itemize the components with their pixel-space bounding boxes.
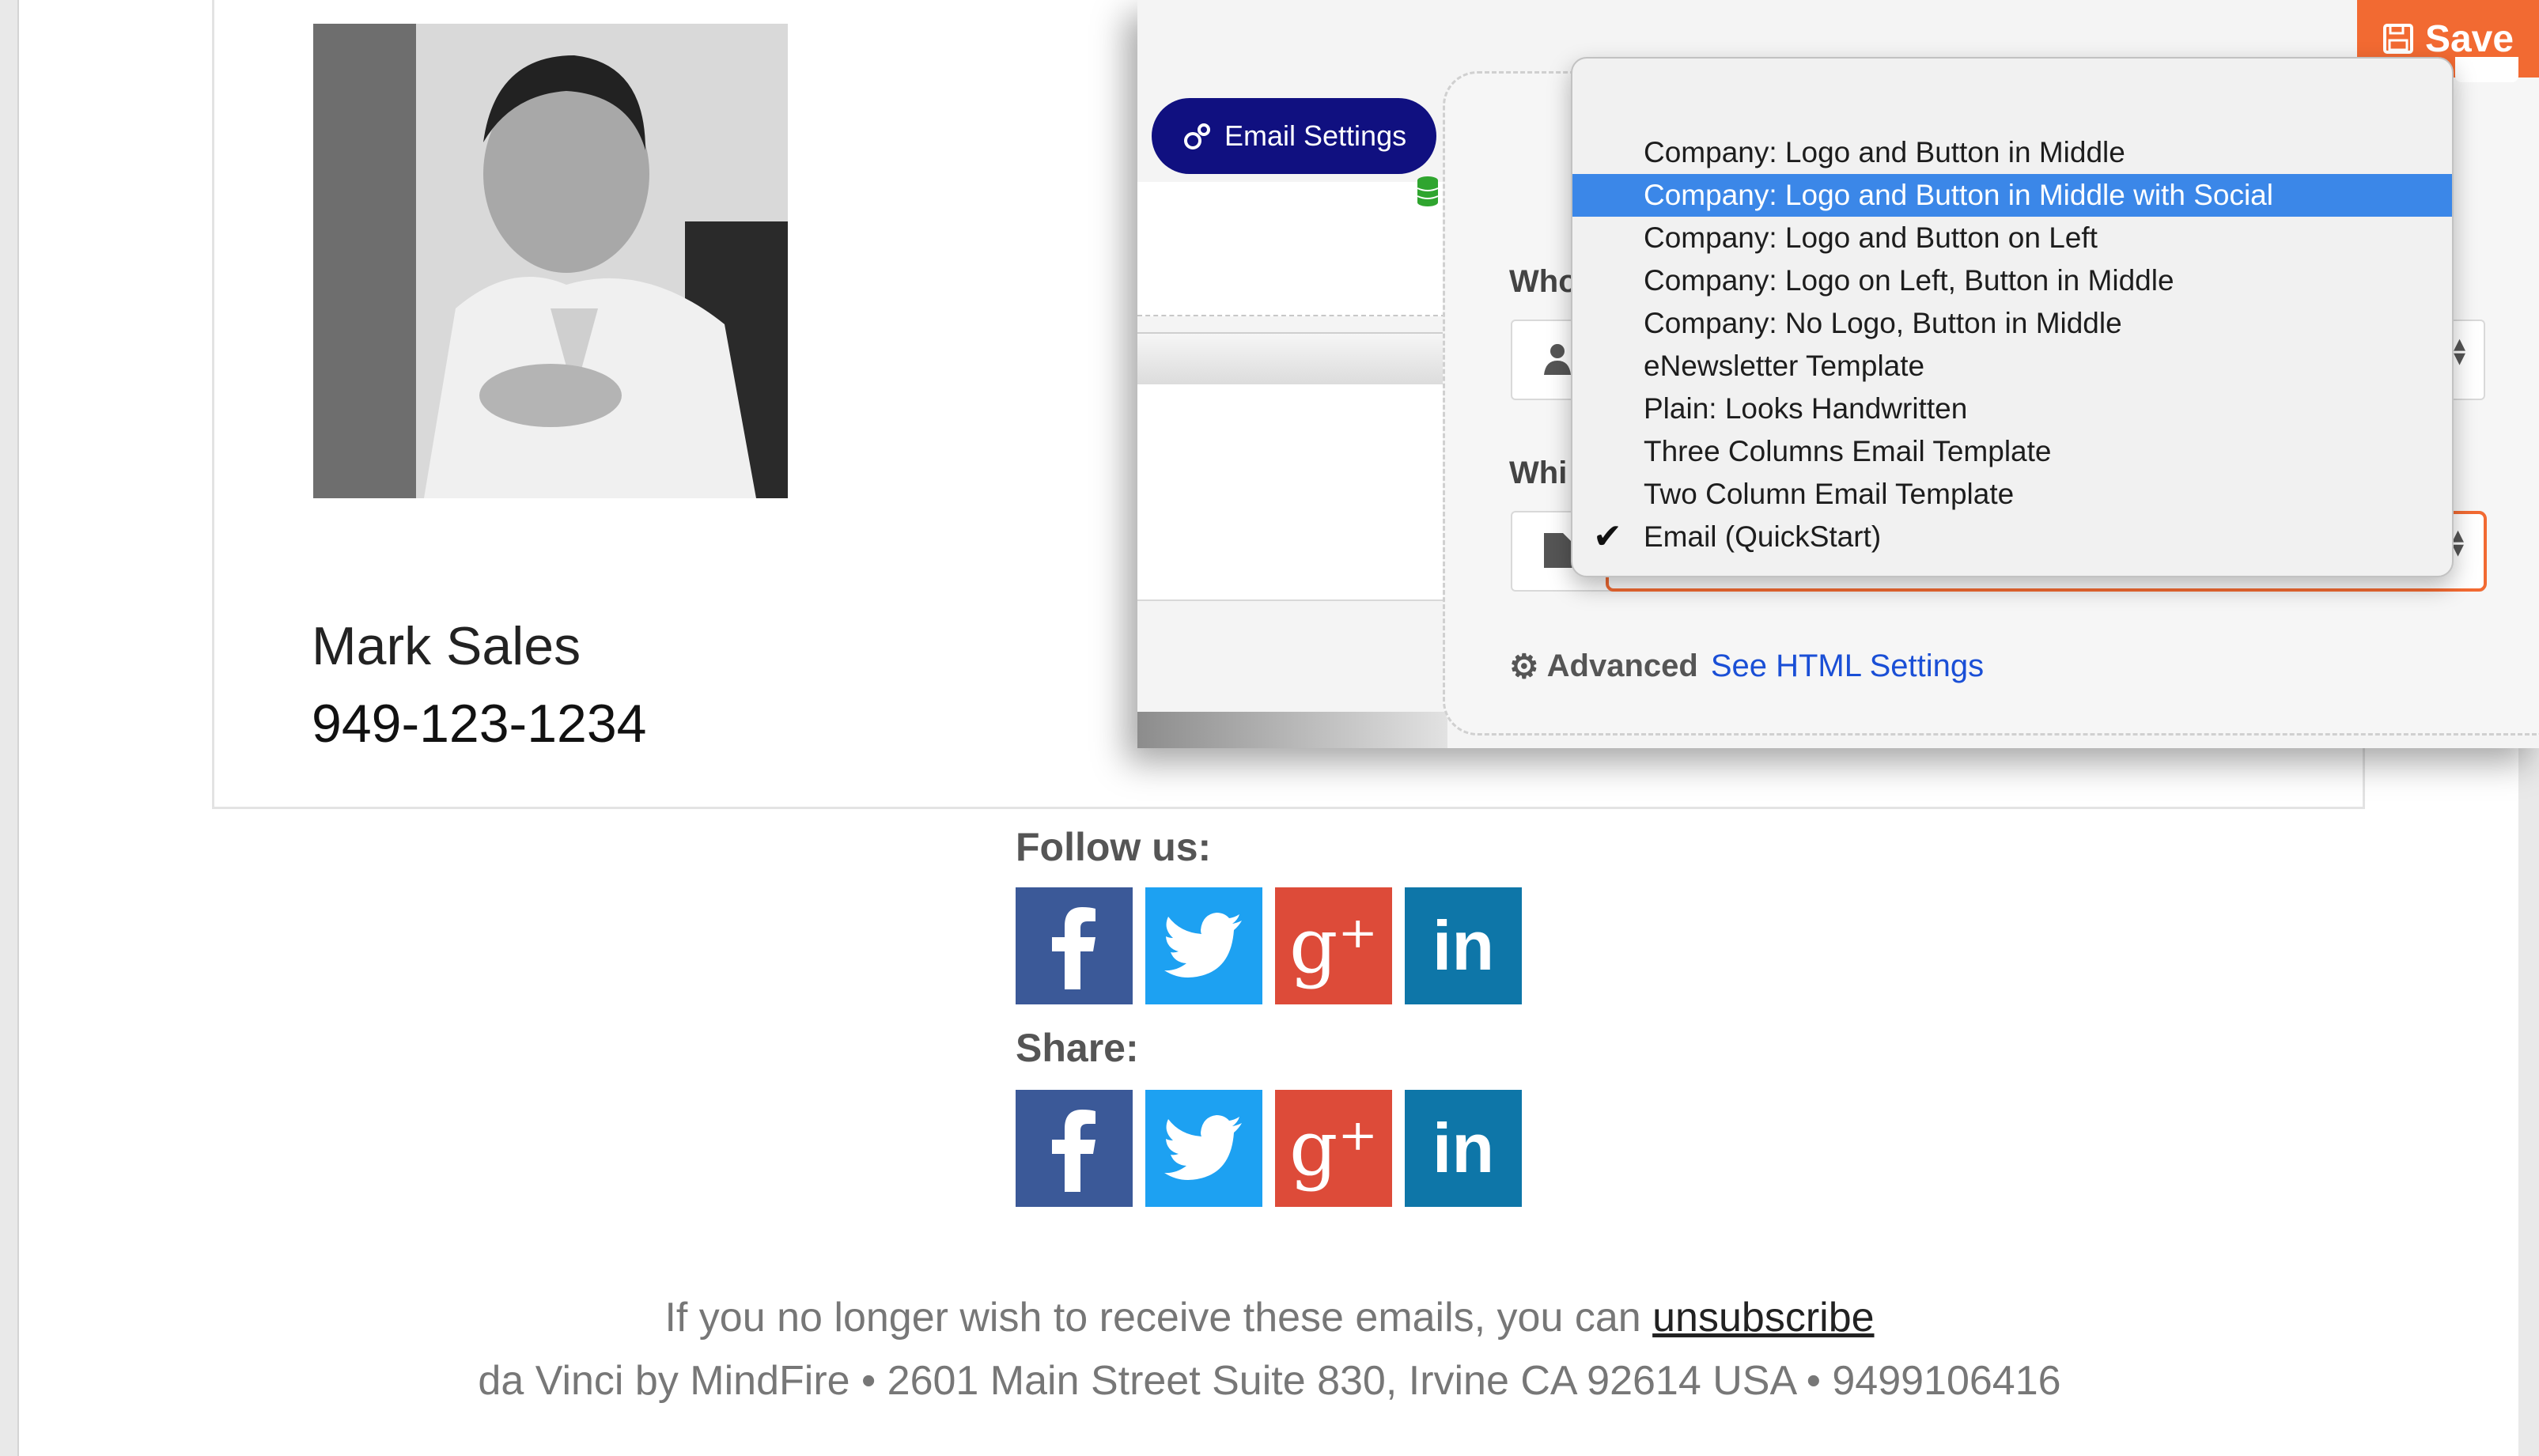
facebook-icon[interactable]	[1016, 1090, 1133, 1207]
linkedin-glyph: in	[1432, 906, 1495, 985]
template-option[interactable]: Company: Logo on Left, Button in Middle	[1572, 259, 2452, 302]
facebook-icon[interactable]	[1016, 887, 1133, 1004]
unsubscribe-text: If you no longer wish to receive these e…	[664, 1295, 1641, 1341]
template-option[interactable]: Company: No Logo, Button in Middle	[1572, 302, 2452, 345]
footer-address: da Vinci by MindFire • 2601 Main Street …	[478, 1358, 2061, 1404]
gears-icon	[1184, 123, 1210, 149]
google-plus-glyph: g⁺	[1288, 1104, 1379, 1193]
template-option-label: Email (QuickStart)	[1644, 520, 1882, 553]
editor-content-area	[1137, 384, 1446, 601]
email-settings-label: Email Settings	[1224, 119, 1407, 152]
template-dropdown-menu: Company: Logo and Button in Middle Compa…	[1571, 57, 2454, 577]
twitter-icon[interactable]	[1145, 887, 1262, 1004]
editor-image-strip	[1137, 712, 1447, 748]
follow-us-title: Follow us:	[1016, 825, 1212, 869]
database-icon	[1417, 176, 1439, 206]
gear-icon: ⚙	[1509, 648, 1539, 685]
select-arrows-icon: ▴ ▾	[2454, 331, 2466, 371]
template-option[interactable]: Three Columns Email Template	[1572, 430, 2452, 473]
unsubscribe-line: If you no longer wish to receive these e…	[0, 1294, 2539, 1341]
google-plus-glyph: g⁺	[1288, 902, 1379, 990]
google-plus-icon[interactable]: g⁺	[1275, 1090, 1392, 1207]
document-icon	[1544, 533, 1572, 568]
floppy-disk-icon	[2382, 24, 2413, 54]
contact-phone: 949-123-1234	[312, 694, 647, 754]
contact-name: Mark Sales	[312, 616, 581, 676]
twitter-icon[interactable]	[1145, 1090, 1262, 1207]
template-option[interactable]: Company: Logo and Button in Middle	[1572, 131, 2452, 174]
share-icons-row: g⁺ in	[1016, 1090, 1522, 1207]
unsubscribe-link[interactable]: unsubscribe	[1652, 1295, 1874, 1341]
template-option[interactable]: Plain: Looks Handwritten	[1572, 388, 2452, 430]
person-icon	[1544, 344, 1571, 375]
advanced-label: Advanced	[1546, 649, 1698, 683]
template-option[interactable]: Two Column Email Template	[1572, 473, 2452, 516]
template-option[interactable]: eNewsletter Template	[1572, 345, 2452, 388]
editor-block	[1137, 182, 1446, 316]
template-option-highlighted[interactable]: Company: Logo and Button in Middle with …	[1572, 174, 2452, 217]
linkedin-icon[interactable]: in	[1405, 887, 1522, 1004]
profile-photo	[313, 24, 788, 498]
save-label: Save	[2424, 17, 2514, 60]
checkmark-icon: ✔	[1593, 517, 1622, 556]
editor-toolbar-bar	[1137, 332, 1446, 386]
follow-icons-row: g⁺ in	[1016, 887, 1522, 1004]
select-arrows-icon: ▴ ▾	[2452, 522, 2465, 562]
advanced-row: ⚙ Advanced See HTML Settings	[1509, 647, 1984, 686]
template-option-checked[interactable]: ✔ Email (QuickStart)	[1572, 516, 2452, 558]
google-plus-icon[interactable]: g⁺	[1275, 887, 1392, 1004]
template-option[interactable]: Company: Logo and Button on Left	[1572, 217, 2452, 259]
who-label: Who	[1509, 264, 1578, 299]
share-title: Share:	[1016, 1026, 1139, 1070]
which-label: Whi	[1509, 456, 1568, 490]
see-html-settings-link[interactable]: See HTML Settings	[1711, 649, 1984, 684]
email-settings-button[interactable]: Email Settings	[1152, 98, 1436, 174]
panel-edge	[2455, 57, 2518, 82]
linkedin-icon[interactable]: in	[1405, 1090, 1522, 1207]
linkedin-glyph: in	[1432, 1109, 1495, 1187]
